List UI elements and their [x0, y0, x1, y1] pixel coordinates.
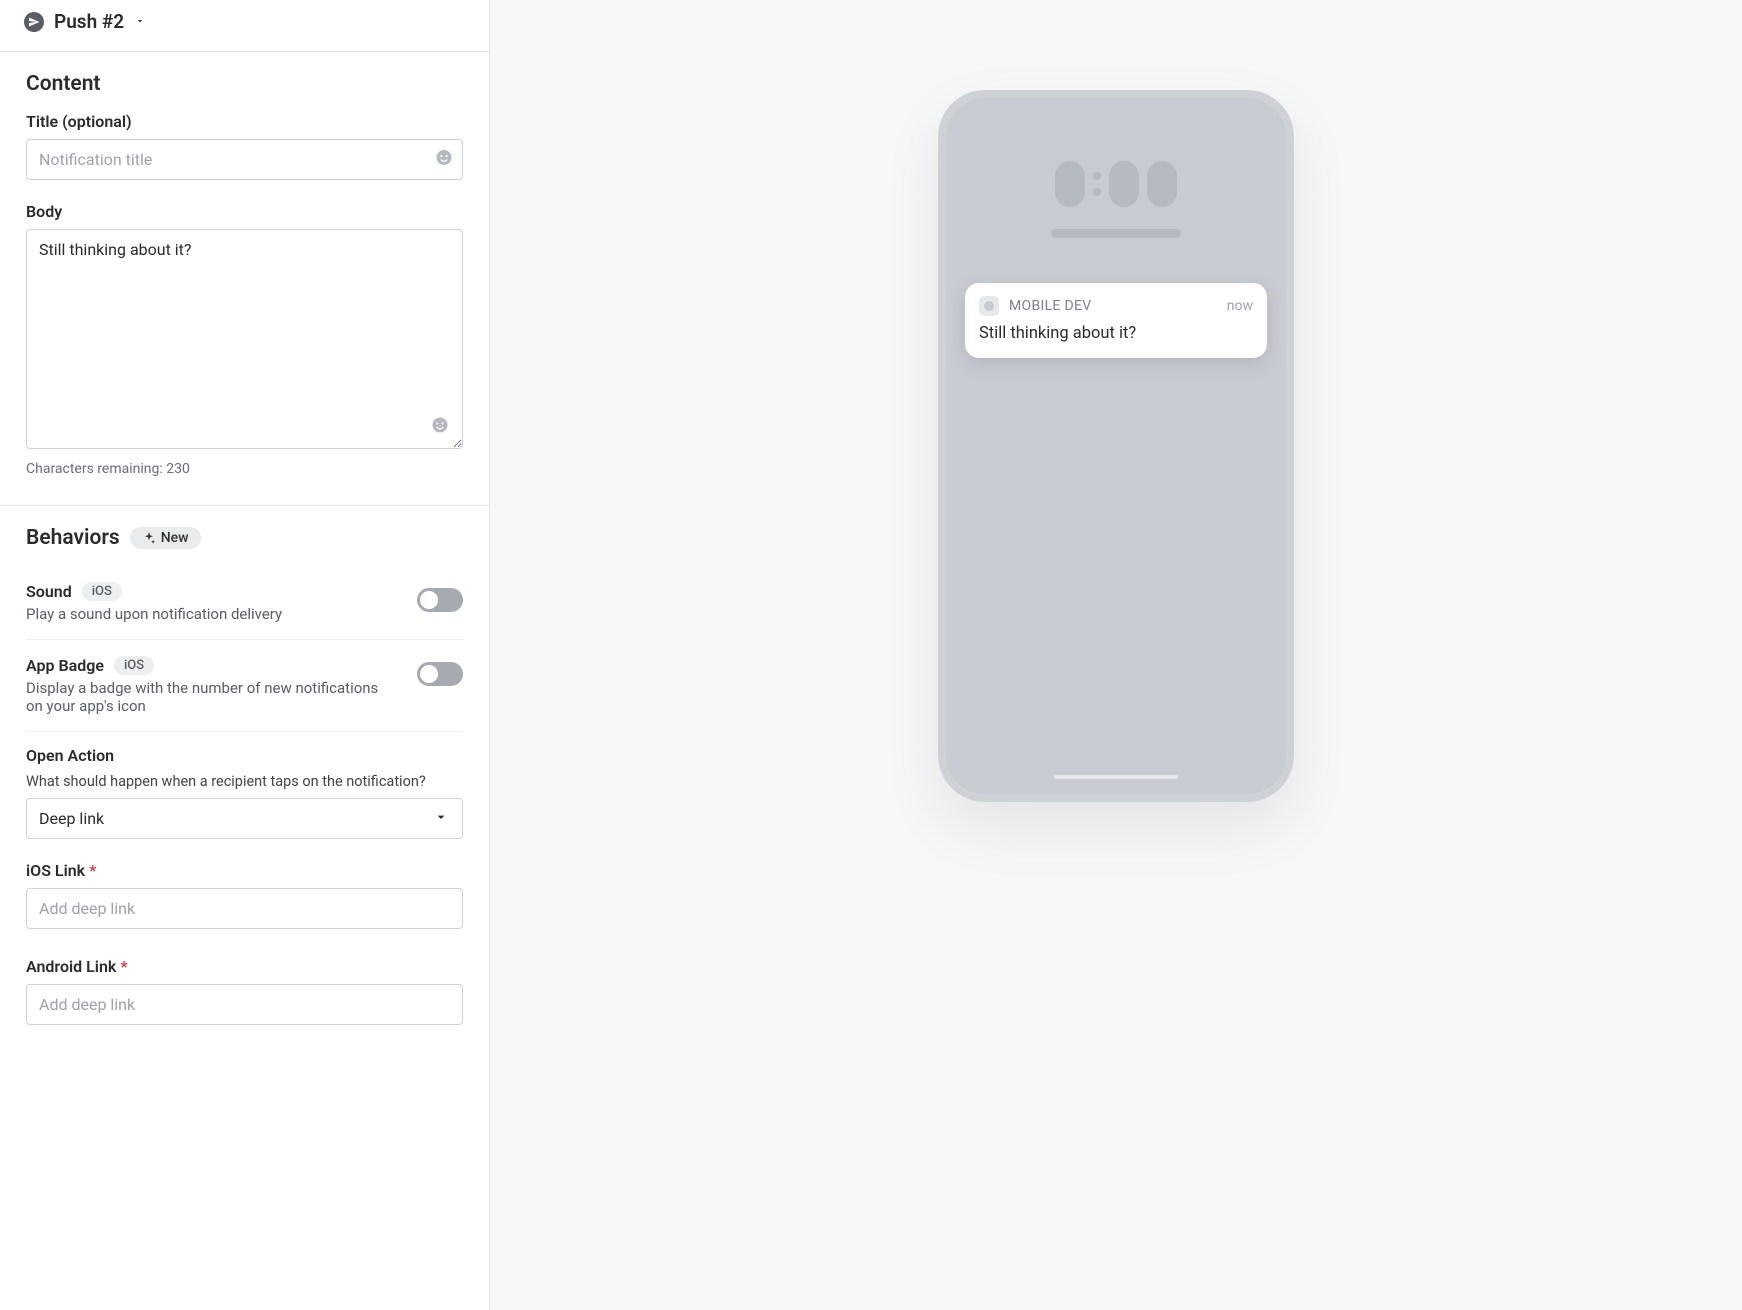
appbadge-title: App Badge — [26, 656, 104, 675]
home-indicator — [1054, 775, 1178, 779]
content-panel: Content Title (optional) Body — [0, 52, 489, 506]
openaction-title: Open Action — [26, 746, 463, 765]
openaction-desc: What should happen when a recipient taps… — [26, 773, 463, 790]
sound-title: Sound — [26, 582, 72, 601]
appbadge-desc: Display a badge with the number of new n… — [26, 679, 397, 715]
ioslink-field: iOS Link* — [26, 861, 463, 929]
lockscreen-date — [1051, 229, 1181, 238]
sparkle-icon — [142, 531, 156, 545]
chevron-down-icon — [134, 13, 146, 31]
openaction-select[interactable]: Deep link — [26, 798, 463, 839]
content-heading: Content — [26, 72, 463, 96]
chars-remaining: Characters remaining: 230 — [26, 461, 463, 477]
ios-chip: iOS — [82, 582, 122, 601]
emoji-icon[interactable] — [431, 416, 449, 439]
notification-body: Still thinking about it? — [979, 324, 1253, 343]
notification-time: now — [1227, 298, 1253, 314]
push-header[interactable]: Push #2 — [0, 0, 489, 52]
androidlink-input[interactable] — [26, 984, 463, 1025]
new-badge: New — [130, 527, 201, 549]
app-icon — [979, 296, 999, 316]
preview-area: MOBILE DEV now Still thinking about it? — [490, 0, 1742, 1310]
appbadge-toggle[interactable] — [417, 662, 463, 686]
body-field: Body Characters remaining: 230 — [26, 202, 463, 477]
lockscreen-clock — [951, 161, 1281, 207]
behaviors-heading: Behaviors New — [26, 526, 463, 550]
appbadge-row: App Badge iOS Display a badge with the n… — [26, 640, 463, 732]
sound-toggle[interactable] — [417, 588, 463, 612]
push-icon — [24, 12, 44, 32]
notification-app-name: MOBILE DEV — [1009, 298, 1217, 314]
phone-frame: MOBILE DEV now Still thinking about it? — [938, 90, 1294, 802]
androidlink-label: Android Link* — [26, 957, 463, 976]
title-input[interactable] — [26, 139, 463, 180]
sound-desc: Play a sound upon notification delivery — [26, 605, 397, 623]
openaction-field: Open Action What should happen when a re… — [26, 732, 463, 839]
behaviors-panel: Behaviors New Sound iOS Play a sound upo… — [0, 506, 489, 1049]
ios-chip: iOS — [114, 656, 154, 675]
title-field: Title (optional) — [26, 112, 463, 180]
push-title: Push #2 — [54, 10, 124, 33]
androidlink-field: Android Link* — [26, 957, 463, 1025]
body-label: Body — [26, 202, 463, 221]
ioslink-input[interactable] — [26, 888, 463, 929]
title-label: Title (optional) — [26, 112, 463, 131]
ioslink-label: iOS Link* — [26, 861, 463, 880]
notification-card: MOBILE DEV now Still thinking about it? — [965, 283, 1267, 358]
editor-sidebar: Push #2 Content Title (optional) Body — [0, 0, 490, 1310]
sound-row: Sound iOS Play a sound upon notification… — [26, 566, 463, 640]
body-textarea[interactable] — [26, 229, 463, 449]
emoji-icon[interactable] — [435, 148, 453, 171]
